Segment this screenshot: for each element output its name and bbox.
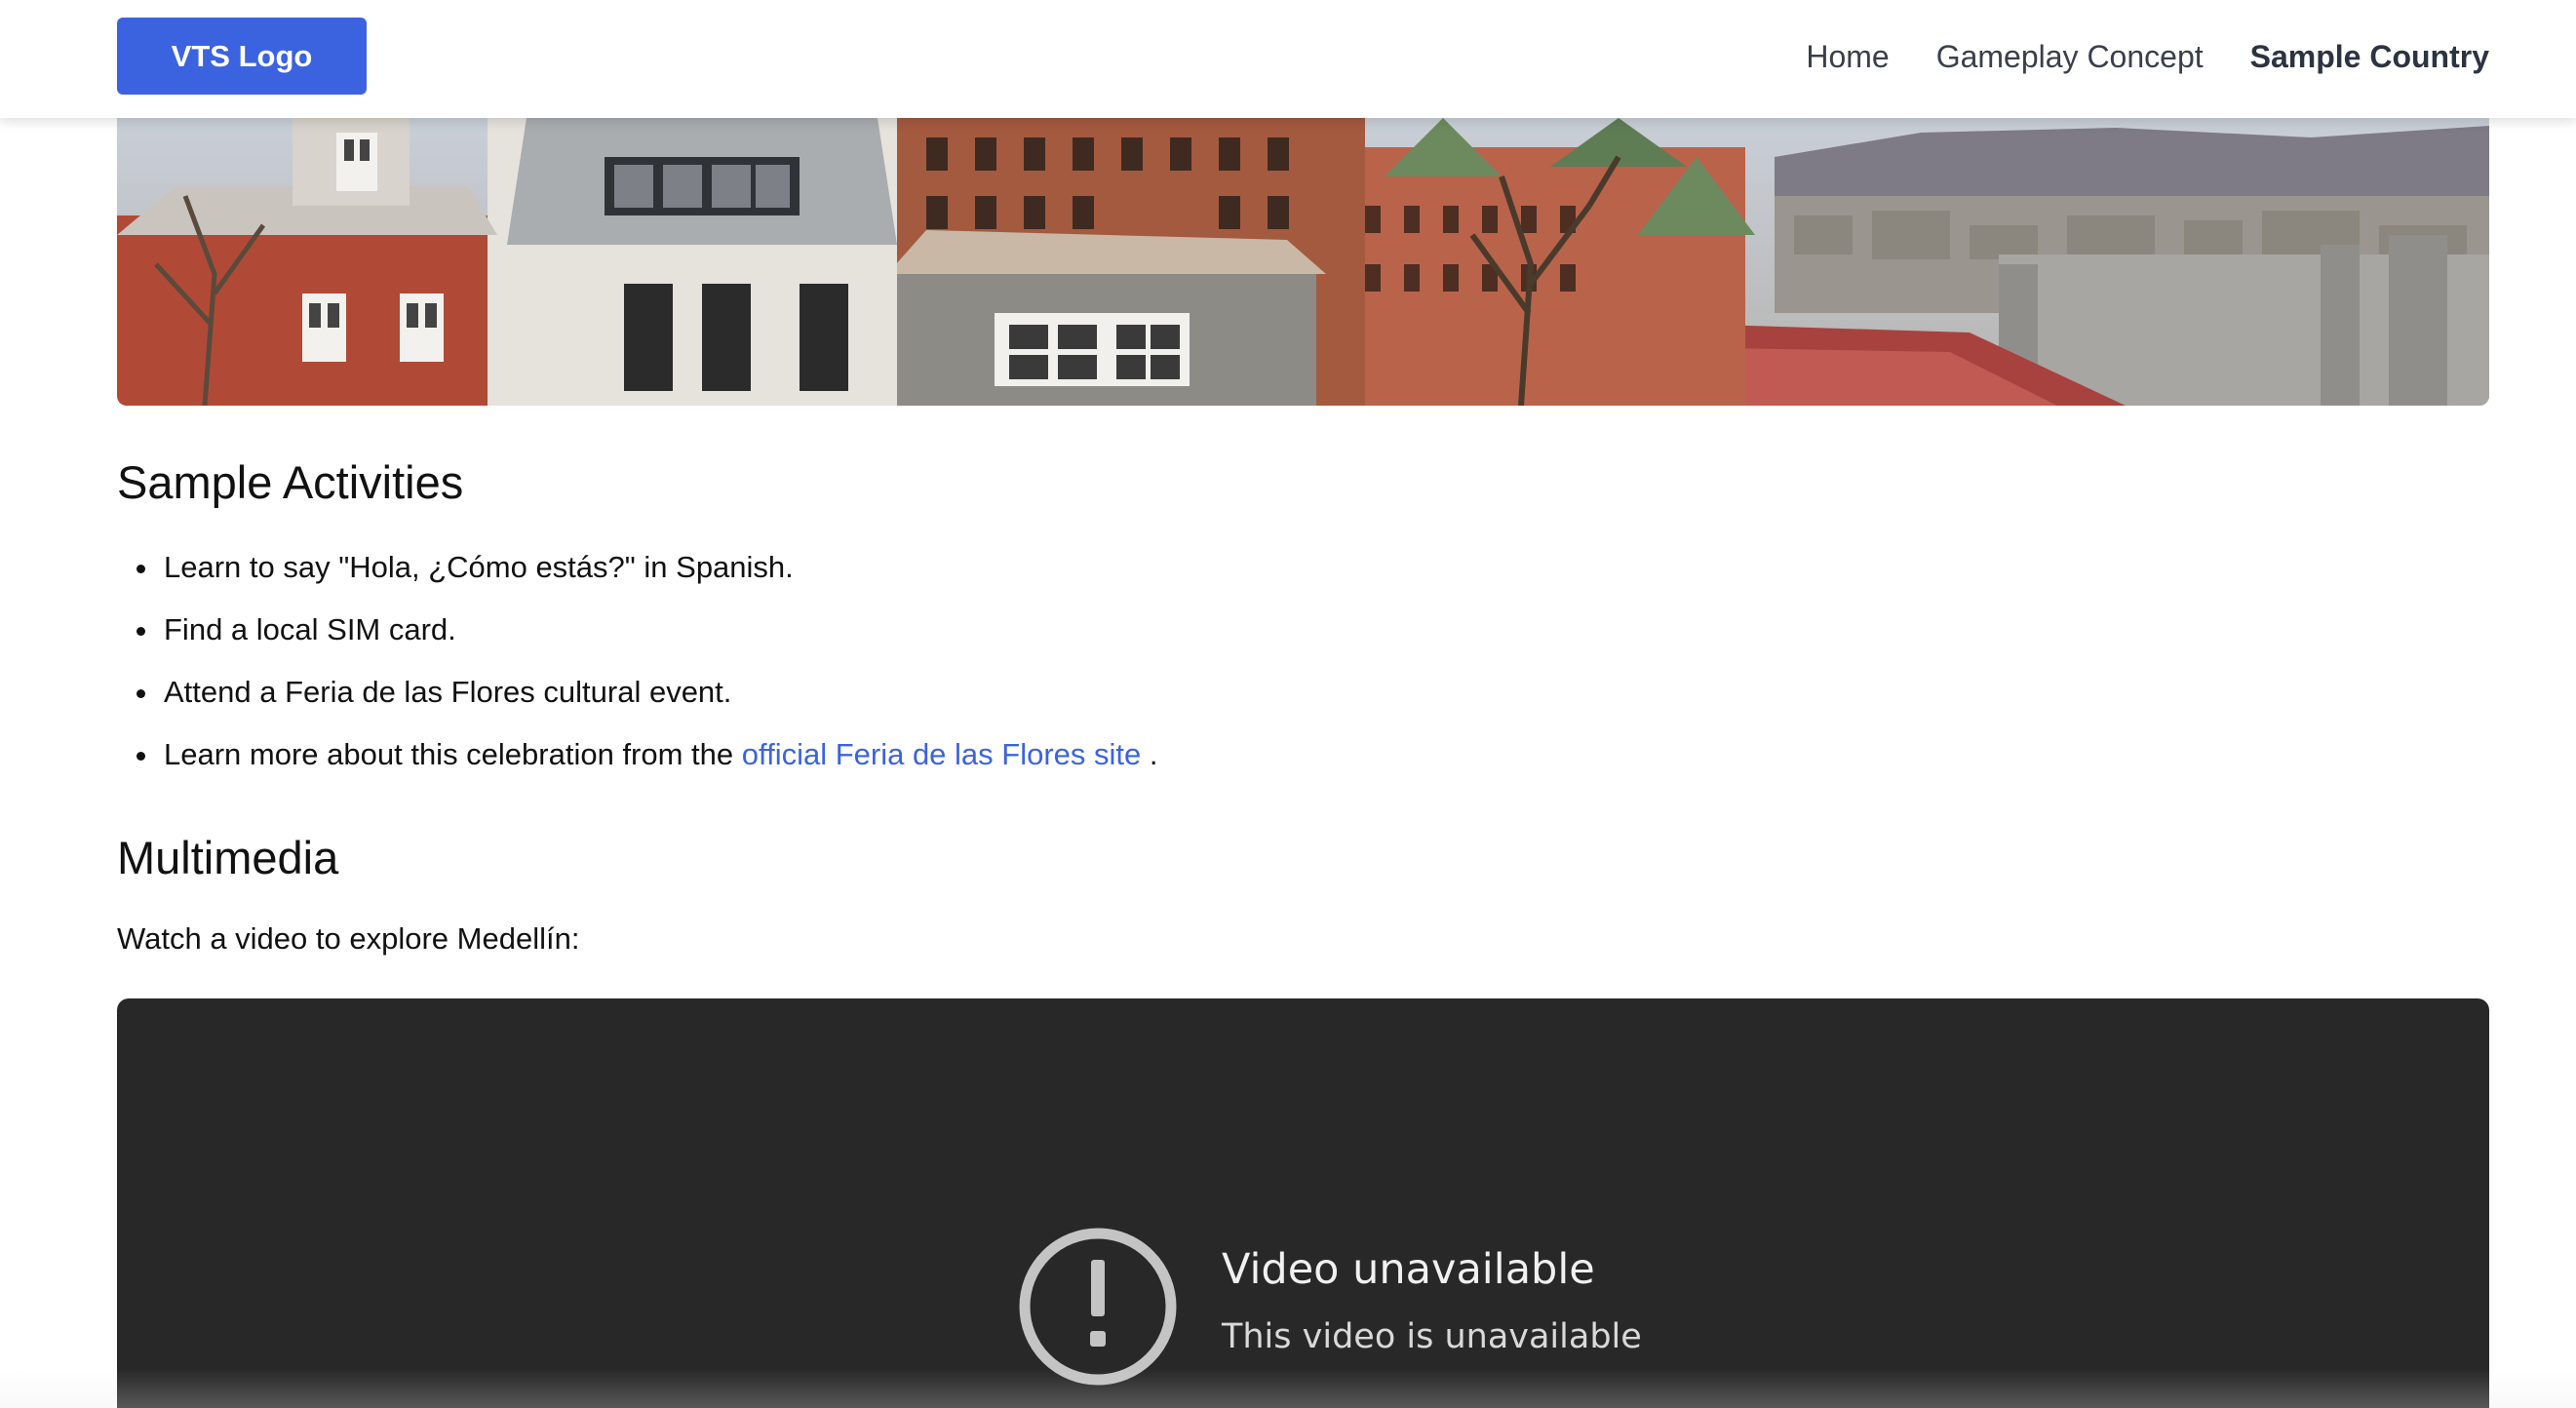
main-nav: Home Gameplay Concept Sample Country [1806,0,2489,114]
hero-banner-image [117,118,2489,406]
video-error-subtitle: This video is unavailable [1222,1317,1642,1356]
list-item: Learn more about this celebration from t… [117,735,1158,798]
nav-sample-country[interactable]: Sample Country [2250,39,2489,75]
nav-gameplay-concept[interactable]: Gameplay Concept [1936,39,2204,75]
list-item-text: Learn more about this celebration from t… [164,737,742,771]
list-item: Find a local SIM card. [117,610,1158,673]
multimedia-heading: Multimedia [117,832,339,883]
nav-home[interactable]: Home [1806,39,1889,75]
video-error-title: Video unavailable [1222,1245,1595,1294]
site-header: VTS Logo Home Gameplay Concept Sample Co… [0,0,2576,118]
list-item: Learn to say "Hola, ¿Cómo estás?" in Spa… [117,548,1158,610]
list-item-text-suffix: . [1141,737,1158,771]
feria-official-site-link[interactable]: official Feria de las Flores site [742,737,1141,771]
logo-button[interactable]: VTS Logo [117,18,367,95]
exclamation-circle-icon [1018,1227,1178,1391]
video-intro-text: Watch a video to explore Medellín: [117,921,580,956]
video-player[interactable]: Video unavailable This video is unavaila… [117,998,2489,1408]
activities-heading: Sample Activities [117,456,464,508]
activities-list: Learn to say "Hola, ¿Cómo estás?" in Spa… [117,548,1158,798]
list-item: Attend a Feria de las Flores cultural ev… [117,673,1158,735]
